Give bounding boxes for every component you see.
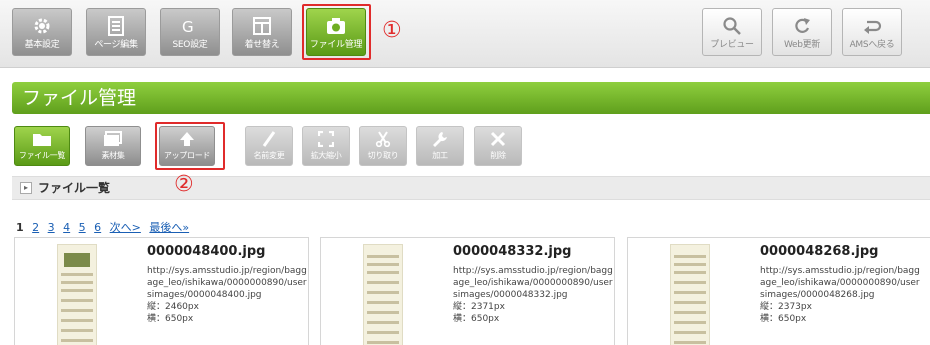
expand-arrow-icon[interactable]: ▸ — [20, 182, 32, 194]
web-update-button[interactable]: Web更新 — [772, 8, 832, 56]
file-name: 0000048332.jpg — [453, 244, 572, 259]
file-width: 横：650px — [453, 314, 500, 324]
file-name: 0000048400.jpg — [147, 244, 266, 259]
toolbar-label: ページ編集 — [94, 40, 138, 50]
subtoolbar-label: 切り取り — [367, 151, 399, 160]
scissors-icon — [373, 130, 393, 148]
annotation-number-two: ② — [174, 172, 194, 197]
seo-icon: G — [179, 15, 201, 37]
file-list-button[interactable]: ファイル一覧 — [14, 126, 70, 166]
toolbar-label: 着せ替え — [244, 40, 280, 50]
subtoolbar-label: 加工 — [432, 151, 448, 160]
subtoolbar-label: 拡大縮小 — [310, 151, 342, 160]
crop-button[interactable]: 切り取り — [359, 126, 407, 166]
pagination: 1 2 3 4 5 6 次へ> 最後へ» — [16, 219, 194, 235]
page-edit-icon — [105, 15, 127, 37]
refresh-icon — [791, 15, 813, 37]
file-url: http://sys.amsstudio.jp/region/baggage_l… — [147, 266, 307, 300]
return-icon — [861, 15, 883, 37]
subtoolbar-label: 名前変更 — [253, 151, 285, 160]
file-card[interactable]: 0000048332.jpg http://sys.amsstudio.jp/r… — [320, 237, 615, 345]
toolbar-label: AMSへ戻る — [849, 40, 895, 50]
annotation-number-one: ① — [382, 18, 402, 43]
page-link-5[interactable]: 5 — [79, 221, 86, 234]
toolbar-label: Web更新 — [783, 40, 821, 50]
page-link-3[interactable]: 3 — [48, 221, 55, 234]
page-link-6[interactable]: 6 — [94, 221, 101, 234]
toolbar-label: プレビュー — [710, 40, 754, 50]
file-width: 横：650px — [760, 314, 807, 324]
basic-settings-button[interactable]: 基本設定 — [12, 8, 72, 56]
main-toolbar: 基本設定 ページ編集 G SEO設定 着せ替え ファイル管理 ① プレビュー W… — [0, 0, 930, 68]
file-height: 縦：2373px — [760, 302, 812, 312]
svg-text:G: G — [182, 18, 194, 36]
page-edit-button[interactable]: ページ編集 — [86, 8, 146, 56]
current-page: 1 — [16, 221, 24, 234]
resize-icon — [316, 130, 336, 148]
highlight-box — [155, 122, 225, 170]
toolbar-label: 基本設定 — [24, 40, 60, 50]
file-url: http://sys.amsstudio.jp/region/baggage_l… — [760, 266, 920, 300]
delete-icon — [488, 130, 508, 148]
section-header: ▸ ファイル一覧 — [12, 176, 930, 200]
highlight-box — [302, 4, 371, 60]
page-link-4[interactable]: 4 — [63, 221, 70, 234]
file-url: http://sys.amsstudio.jp/region/baggage_l… — [453, 266, 613, 300]
subtoolbar-label: ファイル一覧 — [18, 151, 66, 160]
seo-settings-button[interactable]: G SEO設定 — [160, 8, 220, 56]
materials-button[interactable]: 素材集 — [85, 126, 141, 166]
subtoolbar-label: 削除 — [490, 151, 506, 160]
search-icon — [721, 15, 743, 37]
page-link-2[interactable]: 2 — [32, 221, 39, 234]
file-height: 縦：2460px — [147, 302, 199, 312]
next-page-link[interactable]: 次へ> — [110, 221, 141, 234]
preview-button[interactable]: プレビュー — [702, 8, 762, 56]
subtoolbar-label: 素材集 — [101, 151, 125, 160]
back-to-ams-button[interactable]: AMSへ戻る — [842, 8, 902, 56]
layout-icon — [251, 15, 273, 37]
theme-change-button[interactable]: 着せ替え — [232, 8, 292, 56]
rename-button[interactable]: 名前変更 — [245, 126, 293, 166]
gear-icon — [31, 15, 53, 37]
wrench-icon — [430, 130, 450, 148]
file-width: 横：650px — [147, 314, 194, 324]
toolbar-label: SEO設定 — [172, 40, 208, 50]
file-thumbnail[interactable] — [670, 244, 710, 345]
file-card[interactable]: 0000048268.jpg http://sys.amsstudio.jp/r… — [627, 237, 930, 345]
last-page-link[interactable]: 最後へ» — [149, 221, 189, 234]
page-title: ファイル管理 — [12, 82, 930, 114]
folder-icon — [32, 130, 52, 148]
edit-button[interactable]: 加工 — [416, 126, 464, 166]
file-thumbnail[interactable] — [57, 244, 97, 345]
section-title: ファイル一覧 — [38, 181, 111, 195]
file-card[interactable]: 0000048400.jpg http://sys.amsstudio.jp/r… — [14, 237, 309, 345]
rename-icon — [259, 130, 279, 148]
file-thumbnail[interactable] — [363, 244, 403, 345]
resize-button[interactable]: 拡大縮小 — [302, 126, 350, 166]
file-height: 縦：2371px — [453, 302, 505, 312]
delete-button[interactable]: 削除 — [474, 126, 522, 166]
file-name: 0000048268.jpg — [760, 244, 879, 259]
materials-icon — [103, 130, 123, 148]
